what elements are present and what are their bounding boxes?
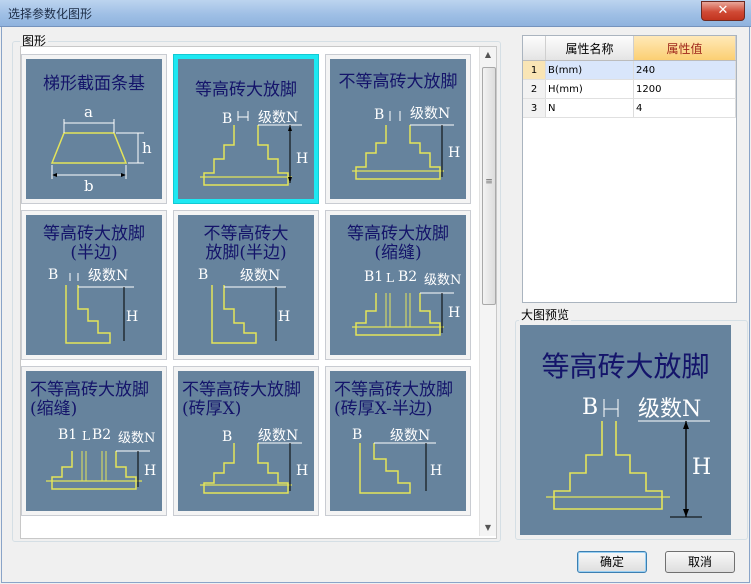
label-h: H [296, 151, 309, 167]
shape-thumbnail: 不等高砖大放脚 (砖厚X) B 级数N H [178, 371, 314, 511]
label-h: H [278, 309, 291, 325]
shape-gallery-scrollbar[interactable]: ▲ ≡ ▼ [479, 47, 496, 536]
label-level-n: 级数N [410, 106, 451, 122]
property-value-input[interactable]: 1200 [633, 79, 736, 99]
shape-title: 不等高砖大放脚 (砖厚X) [182, 380, 301, 419]
label-b: B [374, 107, 385, 123]
label-h: H [126, 309, 139, 325]
label-b1: B1 [58, 427, 78, 443]
ok-button[interactable]: 确定 [577, 551, 647, 573]
label-b: B [198, 267, 209, 283]
shape-title: 等高砖大放脚 (缩缝) [347, 224, 449, 263]
shape-title: 不等高砖大放脚 (缩缝) [30, 380, 149, 419]
close-button[interactable]: ✕ [701, 1, 745, 21]
label-h: H [448, 305, 461, 321]
shape-title: 等高砖大放脚 (半边) [43, 224, 145, 263]
close-icon: ✕ [717, 3, 729, 18]
label-level-n: 级数N [424, 273, 462, 288]
label-l: L [386, 271, 394, 285]
shape-tile-unequal-height-brick-footing[interactable]: 不等高砖大放脚 B 级数N H [325, 54, 471, 204]
label-a: a [84, 103, 93, 121]
property-value-header[interactable]: 属性值 [633, 36, 736, 61]
title-bar: 选择参数化图形 ✕ [0, 0, 751, 27]
label-h: H [448, 145, 461, 161]
property-name-header[interactable]: 属性名称 [545, 36, 634, 61]
scroll-down-arrow[interactable]: ▼ [480, 520, 496, 536]
label-h: h [142, 139, 152, 157]
preview-label-h: H [692, 455, 712, 480]
property-grid: 属性名称 属性值 1 B(mm) 240 2 H(mm) 1200 3 N 4 [522, 35, 737, 303]
label-b: B [222, 429, 233, 445]
large-preview-image: 等高砖大放脚 B 级数N H [520, 325, 731, 535]
shape-title: 等高砖大放脚 [195, 80, 297, 100]
shape-tile-unequal-height-brick-x[interactable]: 不等高砖大放脚 (砖厚X) B 级数N H [173, 366, 319, 516]
label-level-n: 级数N [258, 110, 299, 126]
shape-title: 不等高砖大放脚 (砖厚X-半边) [334, 380, 453, 419]
row-number-header [523, 36, 546, 61]
label-h: H [296, 463, 309, 479]
shape-tile-unequal-height-joint[interactable]: 不等高砖大放脚 (缩缝) B1 L B2 级数N H [21, 366, 167, 516]
label-b: b [84, 177, 94, 195]
preview-label: 大图预览 [519, 306, 572, 323]
label-level-n: 级数N [88, 268, 129, 284]
property-header-row: 属性名称 属性值 [523, 36, 736, 61]
shape-tile-equal-height-joint[interactable]: 等高砖大放脚 (缩缝) B1 L B2 级数N H [325, 210, 471, 360]
shape-title: 不等高砖大 放脚(半边) [203, 224, 289, 263]
label-b2: B2 [92, 427, 112, 443]
grip-icon: ≡ [485, 177, 493, 187]
preview-label-level-n: 级数N [638, 397, 702, 422]
label-b2: B2 [398, 269, 418, 285]
label-level-n: 级数N [390, 428, 431, 444]
label-b: B [352, 427, 363, 443]
cancel-button[interactable]: 取消 [665, 551, 735, 573]
shape-title: 梯形截面条基 [43, 74, 145, 94]
label-b: B [222, 111, 233, 127]
label-level-n: 级数N [240, 268, 281, 284]
shape-thumbnail: 梯形截面条基 a h b [26, 59, 162, 199]
shape-thumbnail: 不等高砖大放脚 (砖厚X-半边) B 级数N H [330, 371, 466, 511]
label-h: H [430, 463, 443, 479]
property-row[interactable]: 3 N 4 [523, 98, 736, 118]
shape-thumbnail: 不等高砖大放脚 (缩缝) B1 L B2 级数N H [26, 371, 162, 511]
label-level-n: 级数N [118, 431, 156, 446]
scroll-thumb[interactable]: ≡ [482, 67, 496, 305]
shape-thumbnail: 不等高砖大放脚 B 级数N H [330, 59, 466, 199]
property-name: N [545, 98, 634, 118]
label-b1: B1 [364, 269, 384, 285]
shape-tile-trapezoid-strip-footing[interactable]: 梯形截面条基 a h b [21, 54, 167, 204]
shape-thumbnail: 等高砖大放脚 (半边) B 级数N H [26, 215, 162, 355]
property-name: B(mm) [545, 60, 634, 80]
shape-thumbnail: 等高砖大放脚 (缩缝) B1 L B2 级数N H [330, 215, 466, 355]
shape-tile-unequal-height-half[interactable]: 不等高砖大 放脚(半边) B 级数N H [173, 210, 319, 360]
shape-tile-unequal-height-brick-x-half[interactable]: 不等高砖大放脚 (砖厚X-半边) B 级数N H [325, 366, 471, 516]
shape-thumbnail: 等高砖大放脚 B 级数N H [178, 59, 314, 199]
shape-tile-equal-height-brick-footing[interactable]: 等高砖大放脚 B 级数N H [173, 54, 319, 204]
shape-thumbnail: 不等高砖大 放脚(半边) B 级数N H [178, 215, 314, 355]
property-value-input[interactable]: 4 [633, 98, 736, 118]
window-title: 选择参数化图形 [8, 7, 93, 21]
row-number: 3 [523, 98, 546, 118]
property-row[interactable]: 2 H(mm) 1200 [523, 79, 736, 99]
row-number: 2 [523, 79, 546, 99]
preview-label-b: B [582, 395, 599, 420]
shape-tile-equal-height-half[interactable]: 等高砖大放脚 (半边) B 级数N H [21, 210, 167, 360]
label-h: H [144, 463, 157, 479]
label-b: B [48, 267, 59, 283]
property-name: H(mm) [545, 79, 634, 99]
row-number: 1 [523, 60, 546, 80]
shape-gallery: 梯形截面条基 a h b 等高砖大放脚 B 级数N H 不等高砖大放脚 B 级数… [20, 46, 497, 539]
property-value-input[interactable]: 240 [633, 60, 736, 80]
preview-title: 等高砖大放脚 [541, 350, 710, 383]
label-l: L [82, 429, 90, 443]
scroll-up-arrow[interactable]: ▲ [480, 47, 496, 63]
property-row[interactable]: 1 B(mm) 240 [523, 60, 736, 80]
shape-title: 不等高砖大放脚 [338, 72, 458, 92]
label-level-n: 级数N [258, 428, 299, 444]
